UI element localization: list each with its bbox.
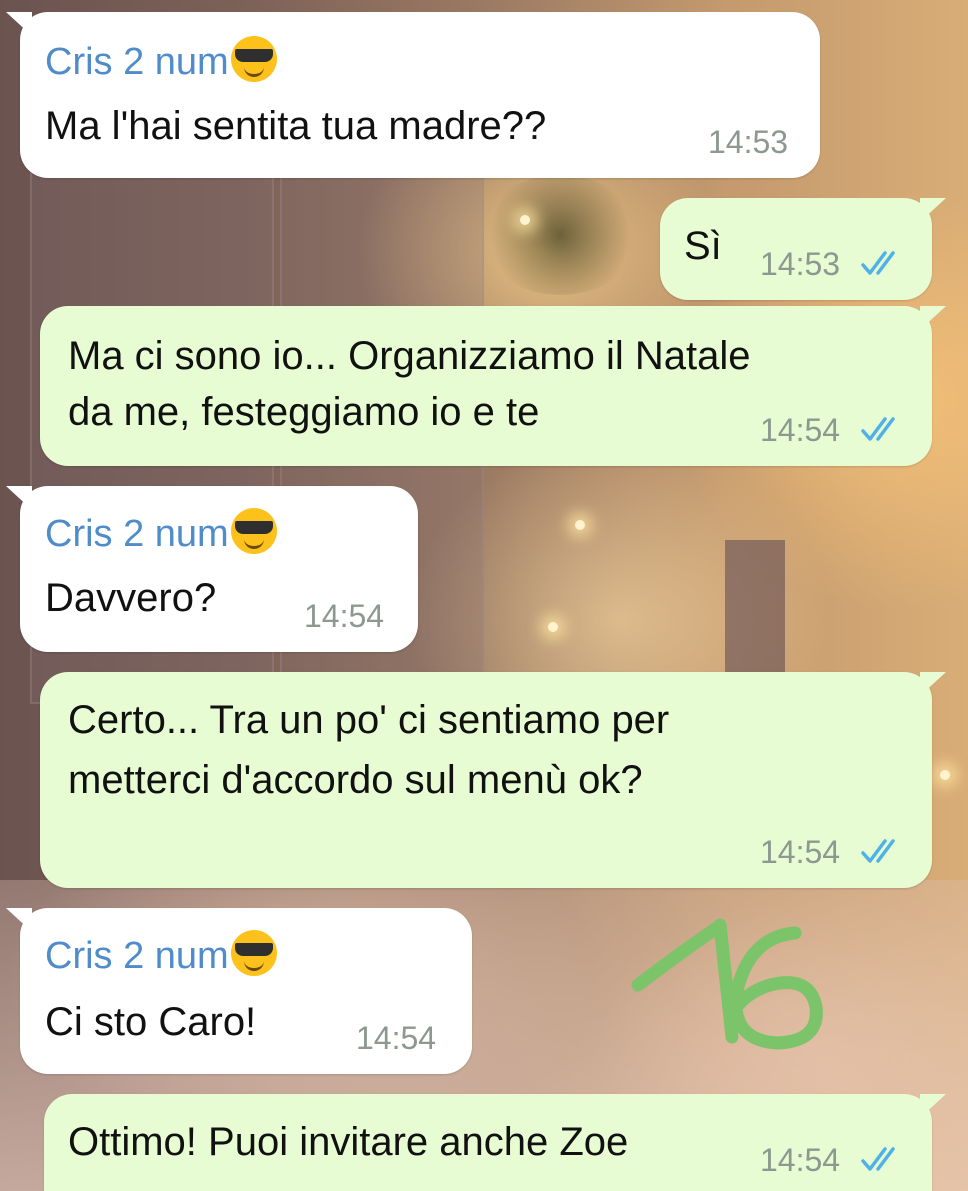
- outgoing-message-bubble[interactable]: Certo... Tra un po' ci sentiamo per mett…: [40, 672, 946, 888]
- read-receipt-icon: [861, 417, 895, 441]
- sender-name-label: Cris 2 num: [45, 513, 229, 555]
- sender-name-label: Cris 2 num: [45, 41, 229, 83]
- message-text: Davvero?: [45, 576, 217, 620]
- outgoing-message-bubble[interactable]: Ma ci sono io... Organizziamo il Natale …: [40, 306, 946, 466]
- outgoing-message-bubble[interactable]: Ottimo! Puoi invitare anche Zoe 14:54: [44, 1094, 946, 1191]
- incoming-message-bubble[interactable]: Cris 2 num Ci sto Caro! 14:54: [6, 908, 472, 1074]
- message-timestamp: 14:54: [760, 834, 841, 870]
- message-timestamp: 14:54: [760, 1142, 841, 1178]
- sender-name-label: Cris 2 num: [45, 935, 229, 977]
- message-text-line: Certo... Tra un po' ci sentiamo per: [68, 698, 670, 742]
- message-timestamp: 14:54: [760, 412, 841, 448]
- message-text: Ci sto Caro!: [45, 1000, 257, 1044]
- message-text: Ma l'hai sentita tua madre??: [45, 104, 547, 148]
- message-text-line: da me, festeggiamo io e te: [68, 390, 540, 434]
- sender-name[interactable]: Cris 2 num: [45, 36, 277, 84]
- message-timestamp: 14:54: [356, 1020, 437, 1056]
- read-receipt-icon: [861, 1147, 895, 1171]
- smiling-face-with-sunglasses-icon: [230, 36, 277, 82]
- handwritten-number-sticker: [631, 918, 823, 1050]
- incoming-message-bubble[interactable]: Cris 2 num Davvero? 14:54: [6, 486, 418, 652]
- message-text-line: metterci d'accordo sul menù ok?: [68, 758, 643, 802]
- message-timestamp: 14:53: [708, 124, 789, 160]
- message-text: Ottimo! Puoi invitare anche Zoe: [68, 1120, 629, 1164]
- message-timestamp: 14:54: [304, 598, 385, 634]
- read-receipt-icon: [861, 251, 895, 275]
- read-receipt-icon: [861, 839, 895, 863]
- smiling-face-with-sunglasses-icon: [230, 930, 277, 976]
- smiling-face-with-sunglasses-icon: [230, 508, 277, 554]
- message-timestamp: 14:53: [760, 246, 841, 282]
- sender-name[interactable]: Cris 2 num: [45, 508, 277, 556]
- outgoing-message-bubble[interactable]: Sì 14:53: [660, 198, 946, 300]
- sender-name[interactable]: Cris 2 num: [45, 930, 277, 978]
- message-list[interactable]: Cris 2 num Ma l'hai sentita tua madre?? …: [0, 0, 968, 1191]
- message-text: Sì: [684, 224, 722, 268]
- message-text-line: Ma ci sono io... Organizziamo il Natale: [68, 334, 751, 378]
- incoming-message-bubble[interactable]: Cris 2 num Ma l'hai sentita tua madre?? …: [6, 12, 820, 178]
